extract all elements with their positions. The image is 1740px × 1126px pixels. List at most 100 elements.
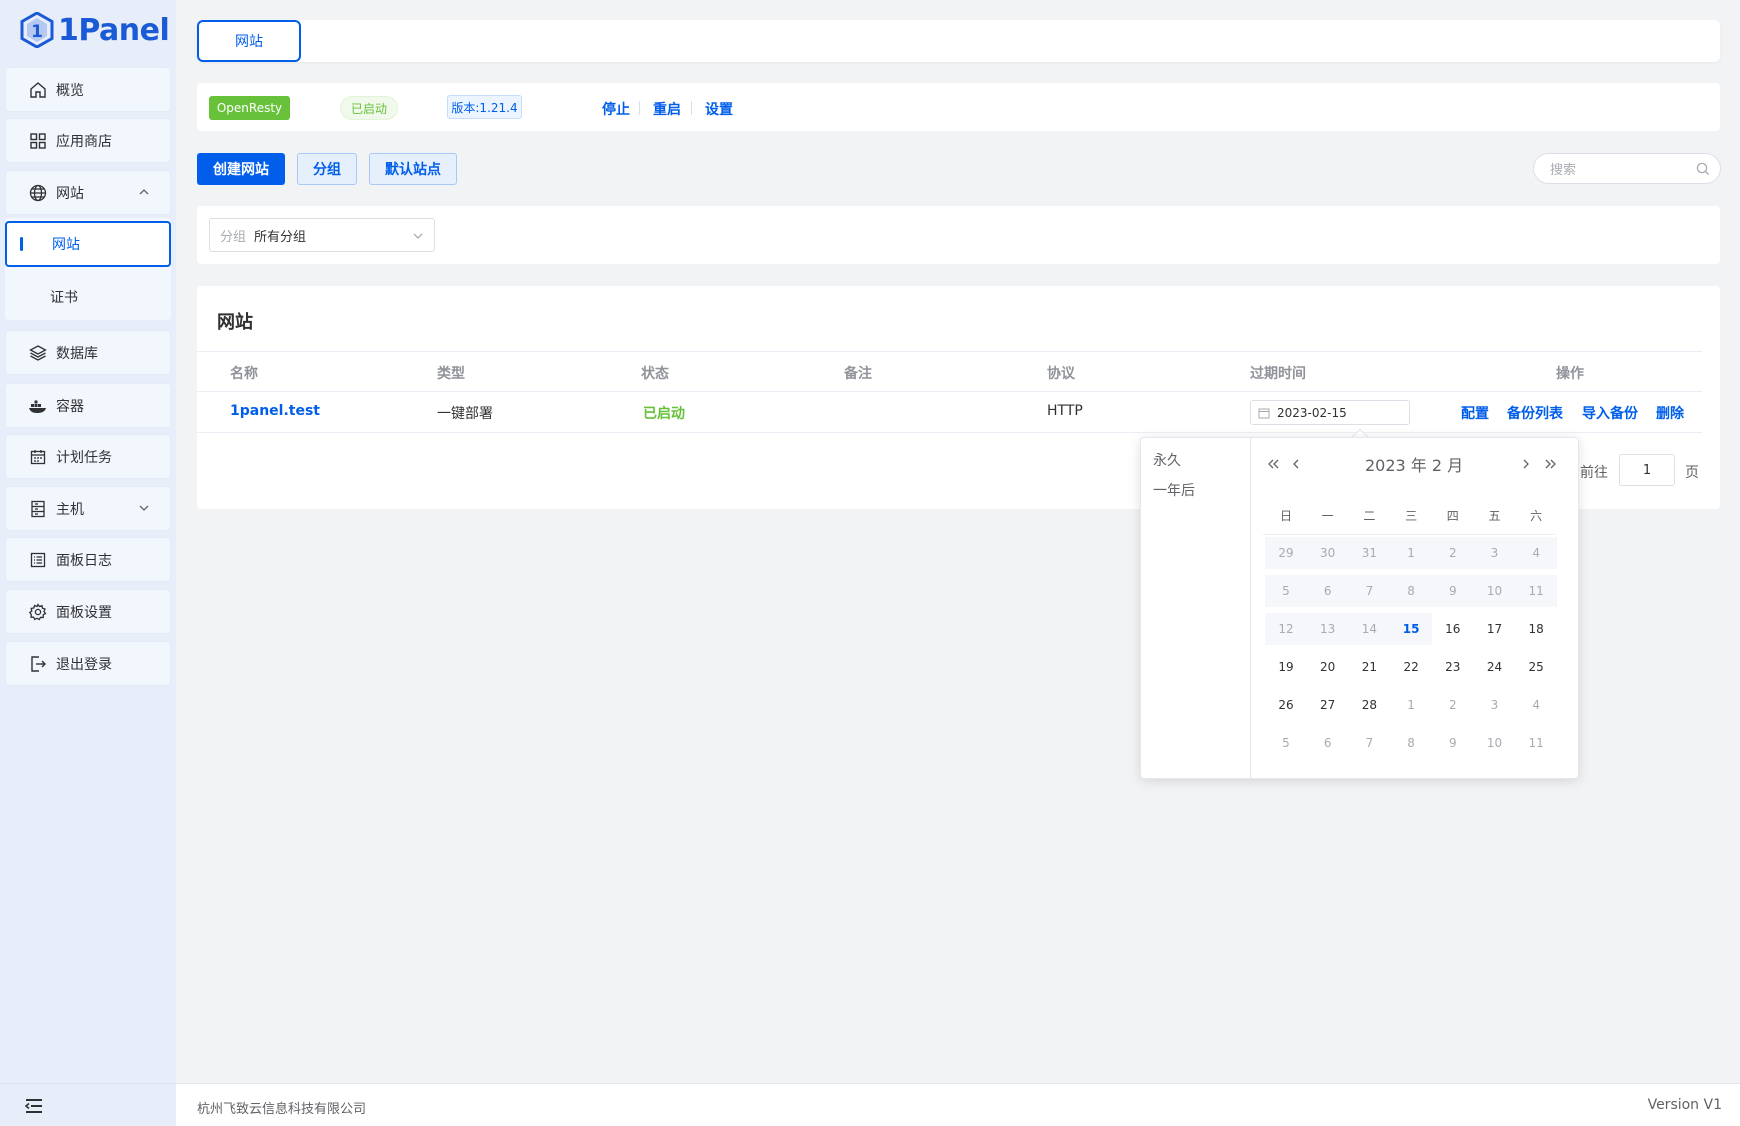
brand-name: 1Panel: [58, 12, 170, 48]
column-header-type: 类型: [437, 366, 465, 382]
calendar-day[interactable]: 20: [1313, 660, 1343, 674]
next-month-icon[interactable]: [1521, 458, 1531, 470]
pager-suffix: 页: [1685, 465, 1699, 481]
calendar-day[interactable]: 11: [1521, 736, 1551, 750]
calendar-day[interactable]: 8: [1396, 736, 1426, 750]
weekday-label: 一: [1321, 509, 1334, 523]
log-icon: [28, 550, 48, 570]
create-website-button[interactable]: 创建网站: [197, 153, 285, 185]
default-site-button[interactable]: 默认站点: [369, 153, 457, 185]
tab-website[interactable]: 网站: [197, 20, 301, 62]
column-header-remark: 备注: [844, 366, 872, 382]
calendar-day[interactable]: 22: [1396, 660, 1426, 674]
shortcut-forever[interactable]: 永久: [1153, 450, 1181, 470]
backup-list-button[interactable]: 备份列表: [1507, 403, 1563, 423]
calendar-day[interactable]: 24: [1480, 660, 1510, 674]
calendar-day[interactable]: 26: [1271, 698, 1301, 712]
sidebar-item-label: 主机: [56, 501, 84, 518]
date-picker-popup: 永久 一年后: [1140, 437, 1579, 779]
submenu-item-label: 网站: [52, 237, 80, 253]
calendar-day[interactable]: 16: [1438, 622, 1468, 636]
tab-bar: 网站: [197, 20, 1720, 62]
column-header-actions: 操作: [1556, 366, 1584, 382]
restart-button[interactable]: 重启: [653, 99, 681, 119]
shortcut-one-year[interactable]: 一年后: [1153, 480, 1195, 500]
group-select[interactable]: 分组 所有分组: [209, 218, 435, 252]
submenu-item-website[interactable]: 网站: [5, 221, 171, 267]
sidebar-item-logout[interactable]: 退出登录: [5, 641, 171, 686]
calendar-day: 6: [1323, 584, 1332, 598]
calendar-day[interactable]: 21: [1354, 660, 1384, 674]
search-input[interactable]: 搜索: [1533, 153, 1721, 184]
weekday-label: 六: [1530, 509, 1543, 523]
calendar-day[interactable]: 4: [1521, 698, 1551, 712]
calendar-day: 29: [1278, 546, 1294, 560]
calendar-day: 31: [1361, 546, 1378, 560]
globe-icon: [28, 183, 48, 203]
search-icon[interactable]: [1696, 162, 1710, 176]
company-name: 杭州飞致云信息科技有限公司: [197, 1102, 367, 1117]
group-select-value: 所有分组: [254, 229, 307, 245]
calendar-day[interactable]: 2: [1438, 698, 1468, 712]
calendar-day[interactable]: 18: [1521, 622, 1551, 636]
prev-year-icon[interactable]: [1267, 458, 1281, 470]
expire-date-input[interactable]: 2023-02-15: [1250, 400, 1410, 425]
stop-button[interactable]: 停止: [602, 99, 630, 119]
calendar-day[interactable]: 27: [1313, 698, 1343, 712]
prev-month-icon[interactable]: [1291, 458, 1301, 470]
calendar-day[interactable]: 28: [1354, 698, 1384, 712]
next-year-icon[interactable]: [1543, 458, 1557, 470]
calendar-day[interactable]: 3: [1480, 698, 1510, 712]
active-indicator: [20, 237, 23, 251]
import-backup-button[interactable]: 导入备份: [1582, 403, 1638, 423]
sidebar-item-app-store[interactable]: 应用商店: [5, 118, 171, 163]
calendar-day[interactable]: 6: [1313, 736, 1343, 750]
sidebar-item-label: 网站: [56, 185, 84, 202]
filter-card: 分组 所有分组: [197, 206, 1720, 264]
group-button[interactable]: 分组: [297, 153, 357, 185]
sidebar-item-overview[interactable]: 概览: [5, 67, 171, 112]
calendar-day[interactable]: 23: [1438, 660, 1468, 674]
logo[interactable]: 1 1Panel: [20, 10, 170, 50]
calendar-day[interactable]: 10: [1480, 736, 1510, 750]
sidebar-item-website[interactable]: 网站: [5, 170, 171, 215]
website-type: 一键部署: [437, 406, 493, 422]
website-status[interactable]: 已启动: [643, 403, 685, 423]
submenu-item-certificate[interactable]: 证书: [50, 287, 78, 307]
calendar-day[interactable]: 5: [1271, 736, 1301, 750]
sidebar-item-host[interactable]: 主机: [5, 486, 171, 531]
sidebar-item-cron[interactable]: 计划任务: [5, 434, 171, 479]
menu-collapse-icon[interactable]: [24, 1098, 44, 1114]
website-name-link[interactable]: 1panel.test: [230, 403, 320, 419]
sidebar-item-label: 应用商店: [56, 133, 112, 150]
column-header-protocol: 协议: [1047, 366, 1075, 382]
sidebar-item-label: 数据库: [56, 345, 98, 362]
calendar-day[interactable]: 1: [1396, 698, 1426, 712]
sidebar-item-label: 概览: [56, 82, 84, 99]
sidebar-item-panel-log[interactable]: 面板日志: [5, 537, 171, 582]
table-row-border: [197, 432, 1702, 433]
version-label: Version V1: [1647, 1097, 1722, 1113]
calendar-day[interactable]: 25: [1521, 660, 1551, 674]
calendar-day[interactable]: 9: [1438, 736, 1468, 750]
settings-button[interactable]: 设置: [705, 99, 733, 119]
sidebar-item-container[interactable]: 容器: [5, 383, 171, 428]
table-top-border: [197, 351, 1702, 352]
calendar-day[interactable]: 7: [1354, 736, 1384, 750]
pager-page-input[interactable]: 1: [1619, 454, 1675, 486]
sidebar-item-label: 计划任务: [56, 449, 112, 466]
sidebar-item-label: 面板日志: [56, 552, 112, 569]
calendar-day[interactable]: 19: [1271, 660, 1301, 674]
server-icon: [28, 499, 48, 519]
sidebar-item-label: 面板设置: [56, 604, 112, 621]
calendar-day[interactable]: 17: [1480, 622, 1510, 636]
pager-goto-label: 前往: [1580, 465, 1608, 481]
card-title: 网站: [217, 312, 253, 333]
divider: [691, 101, 692, 115]
calendar-day: 8: [1407, 584, 1415, 598]
apps-grid-icon: [28, 131, 48, 151]
config-button[interactable]: 配置: [1461, 403, 1489, 423]
sidebar-item-panel-settings[interactable]: 面板设置: [5, 589, 171, 634]
sidebar-item-database[interactable]: 数据库: [5, 330, 171, 375]
delete-button[interactable]: 删除: [1656, 403, 1684, 423]
